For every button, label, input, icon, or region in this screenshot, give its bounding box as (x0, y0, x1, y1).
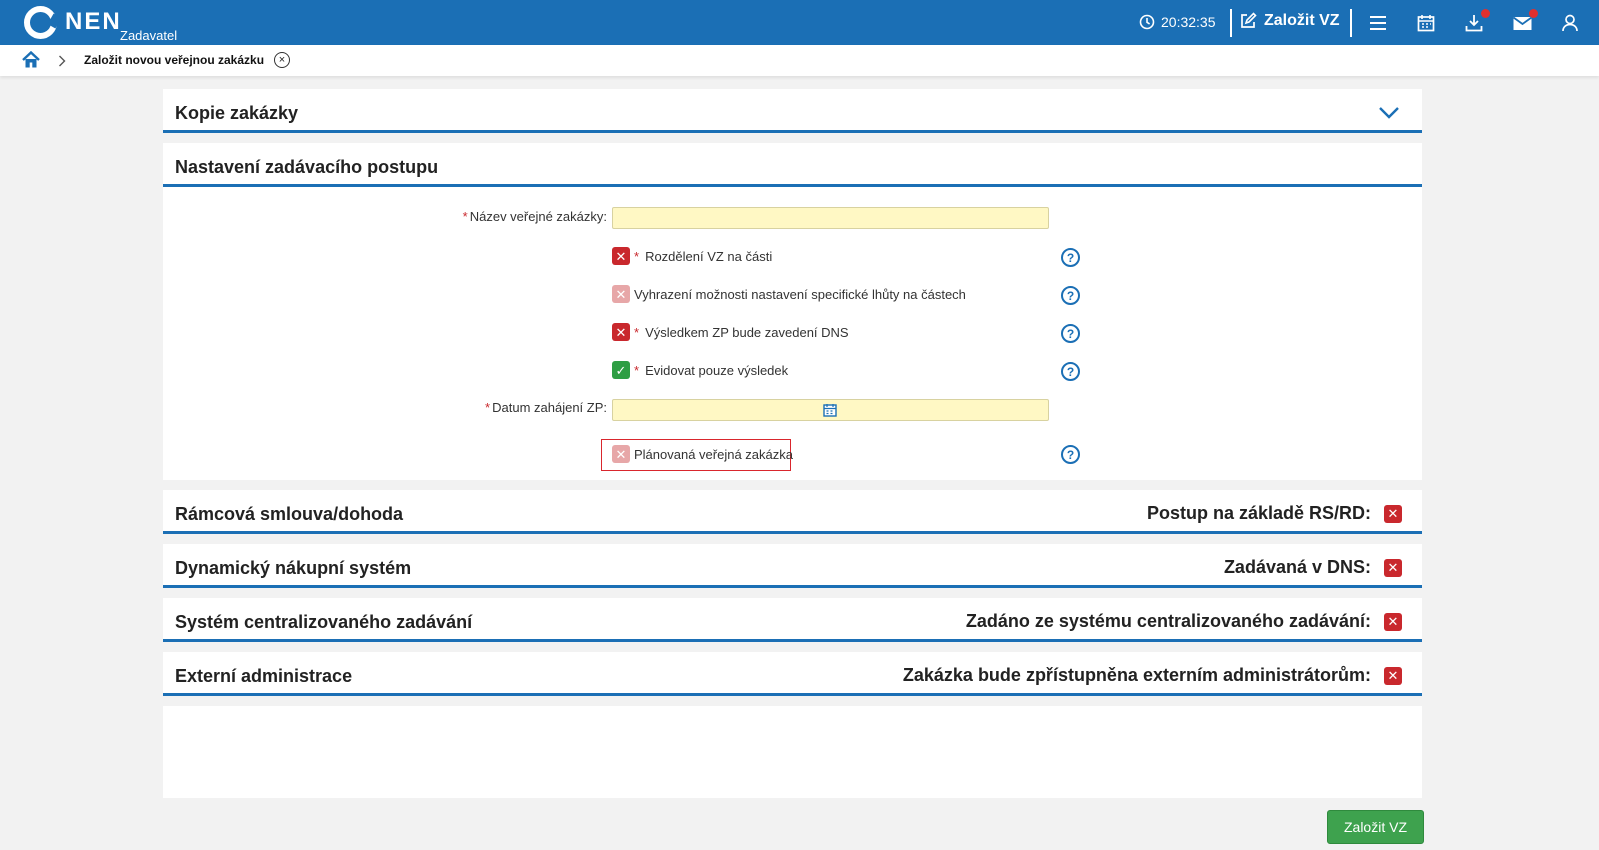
central-title: Systém centralizovaného zadávání (175, 612, 473, 632)
home-icon[interactable] (22, 50, 40, 74)
dns-panel-checkbox[interactable]: ✕ (1384, 558, 1402, 577)
chevron-right-icon (58, 54, 66, 72)
central-checkbox[interactable]: ✕ (1384, 612, 1402, 631)
planned-checkbox[interactable]: ✕ (612, 445, 630, 463)
breadcrumb: Založit novou veřejnou zakázku × (0, 45, 1599, 76)
external-header: Externí administrace Zakázka bude zpříst… (163, 652, 1422, 696)
calendar-icon[interactable] (1415, 12, 1437, 34)
user-icon[interactable] (1559, 12, 1581, 34)
external-toggle: Zakázka bude zpřístupněna externím admin… (903, 665, 1402, 686)
date-input[interactable] (612, 399, 1049, 421)
framework-header: Rámcová smlouva/dohoda Postup na základě… (163, 490, 1422, 534)
edit-icon (1241, 12, 1257, 28)
date-field-label: * Datum zahájení ZP: (485, 400, 607, 415)
planned-label: Plánovaná veřejná zakázka (634, 446, 793, 462)
help-icon[interactable]: ? (1061, 445, 1080, 464)
external-checkbox[interactable]: ✕ (1384, 666, 1402, 685)
external-title: Externí administrace (175, 666, 353, 686)
notification-badge (1529, 9, 1538, 18)
central-panel: Systém centralizovaného zadávání Zadáno … (163, 598, 1422, 642)
external-panel: Externí administrace Zakázka bude zpříst… (163, 652, 1422, 696)
notification-badge (1481, 9, 1490, 18)
procedure-title: Nastavení zadávacího postupu (175, 157, 439, 177)
framework-toggle: Postup na základě RS/RD: ✕ (1147, 503, 1402, 524)
dns-header: Dynamický nákupní systém Zadávaná v DNS:… (163, 544, 1422, 588)
dns-title: Dynamický nákupní systém (175, 558, 412, 578)
logo-subtitle: Zadavatel (120, 28, 178, 43)
central-toggle: Zadáno ze systému centralizovaného zadáv… (966, 611, 1402, 632)
result-checkbox[interactable]: ✓ (612, 361, 630, 379)
dns-label: Výsledkem ZP bude zavedení DNS (645, 324, 849, 340)
help-icon[interactable]: ? (1061, 362, 1080, 381)
clock-time: 20:32:35 (1161, 14, 1216, 30)
submit-create-vz-button[interactable]: Založit VZ (1327, 810, 1424, 844)
empty-panel (163, 706, 1422, 798)
session-clock: 20:32:35 (1139, 14, 1216, 30)
divider (1230, 9, 1232, 37)
calendar-icon[interactable] (823, 403, 837, 417)
framework-title: Rámcová smlouva/dohoda (175, 504, 404, 524)
clock-icon (1139, 14, 1155, 30)
top-bar: NEN Zadavatel 20:32:35 Založit VZ (0, 0, 1599, 45)
required-mark: * (462, 209, 468, 224)
required-mark: * (634, 248, 640, 264)
reserve-checkbox[interactable]: ✕ (612, 285, 630, 303)
external-toggle-label: Zakázka bude zpřístupněna externím admin… (902, 665, 1371, 685)
download-icon[interactable] (1463, 9, 1490, 34)
help-icon[interactable]: ? (1061, 324, 1080, 343)
framework-checkbox[interactable]: ✕ (1384, 504, 1402, 523)
procedure-header: Nastavení zadávacího postupu (163, 143, 1422, 187)
framework-toggle-label: Postup na základě RS/RD: (1146, 503, 1371, 523)
name-input[interactable] (612, 207, 1049, 229)
copy-header[interactable]: Kopie zakázky (163, 89, 1422, 133)
procedure-panel: Nastavení zadávacího postupu * Název veře… (163, 143, 1422, 480)
dns-row: ✕ * Výsledkem ZP bude zavedení DNS (612, 323, 849, 341)
split-checkbox[interactable]: ✕ (612, 247, 630, 265)
name-field-label: * Název veřejné zakázky: (463, 209, 607, 224)
name-field-label-text: Název veřejné zakázky: (469, 209, 607, 224)
create-vz-button[interactable]: Založit VZ (1239, 12, 1340, 30)
result-label: Evidovat pouze výsledek (645, 362, 789, 378)
central-toggle-label: Zadáno ze systému centralizovaného zadáv… (965, 611, 1371, 631)
close-icon[interactable]: × (274, 52, 290, 68)
copy-panel: Kopie zakázky (163, 89, 1422, 133)
copy-title: Kopie zakázky (175, 103, 299, 123)
result-row: ✓ * Evidovat pouze výsledek (612, 361, 788, 379)
menu-icon[interactable] (1367, 12, 1389, 34)
logo-text: NEN (65, 8, 122, 35)
required-mark: * (634, 324, 640, 340)
nen-logo-icon (24, 6, 57, 39)
help-icon[interactable]: ? (1061, 286, 1080, 305)
split-label: Rozdělení VZ na části (645, 248, 773, 264)
central-header: Systém centralizovaného zadávání Zadáno … (163, 598, 1422, 642)
dns-toggle-label: Zadávaná v DNS: (1223, 557, 1371, 577)
reserve-label: Vyhrazení možnosti nastavení specifické … (634, 286, 966, 302)
framework-panel: Rámcová smlouva/dohoda Postup na základě… (163, 490, 1422, 534)
split-row: ✕ * Rozdělení VZ na části (612, 247, 772, 265)
divider (1350, 9, 1352, 37)
date-field-label-text: Datum zahájení ZP: (492, 400, 607, 415)
dns-toggle: Zadávaná v DNS: ✕ (1224, 557, 1402, 578)
reserve-row: ✕ Vyhrazení možnosti nastavení specifick… (612, 285, 966, 303)
create-vz-label: Založit VZ (1264, 12, 1340, 29)
planned-row: ✕ Plánovaná veřejná zakázka (612, 445, 793, 463)
breadcrumb-current[interactable]: Založit novou veřejnou zakázku (84, 53, 264, 67)
help-icon[interactable]: ? (1061, 248, 1080, 267)
required-mark: * (634, 362, 640, 378)
mail-icon[interactable] (1511, 9, 1538, 34)
dns-checkbox[interactable]: ✕ (612, 323, 630, 341)
chevron-down-icon[interactable] (1378, 106, 1400, 119)
dns-panel: Dynamický nákupní systém Zadávaná v DNS:… (163, 544, 1422, 588)
required-mark: * (485, 400, 491, 415)
